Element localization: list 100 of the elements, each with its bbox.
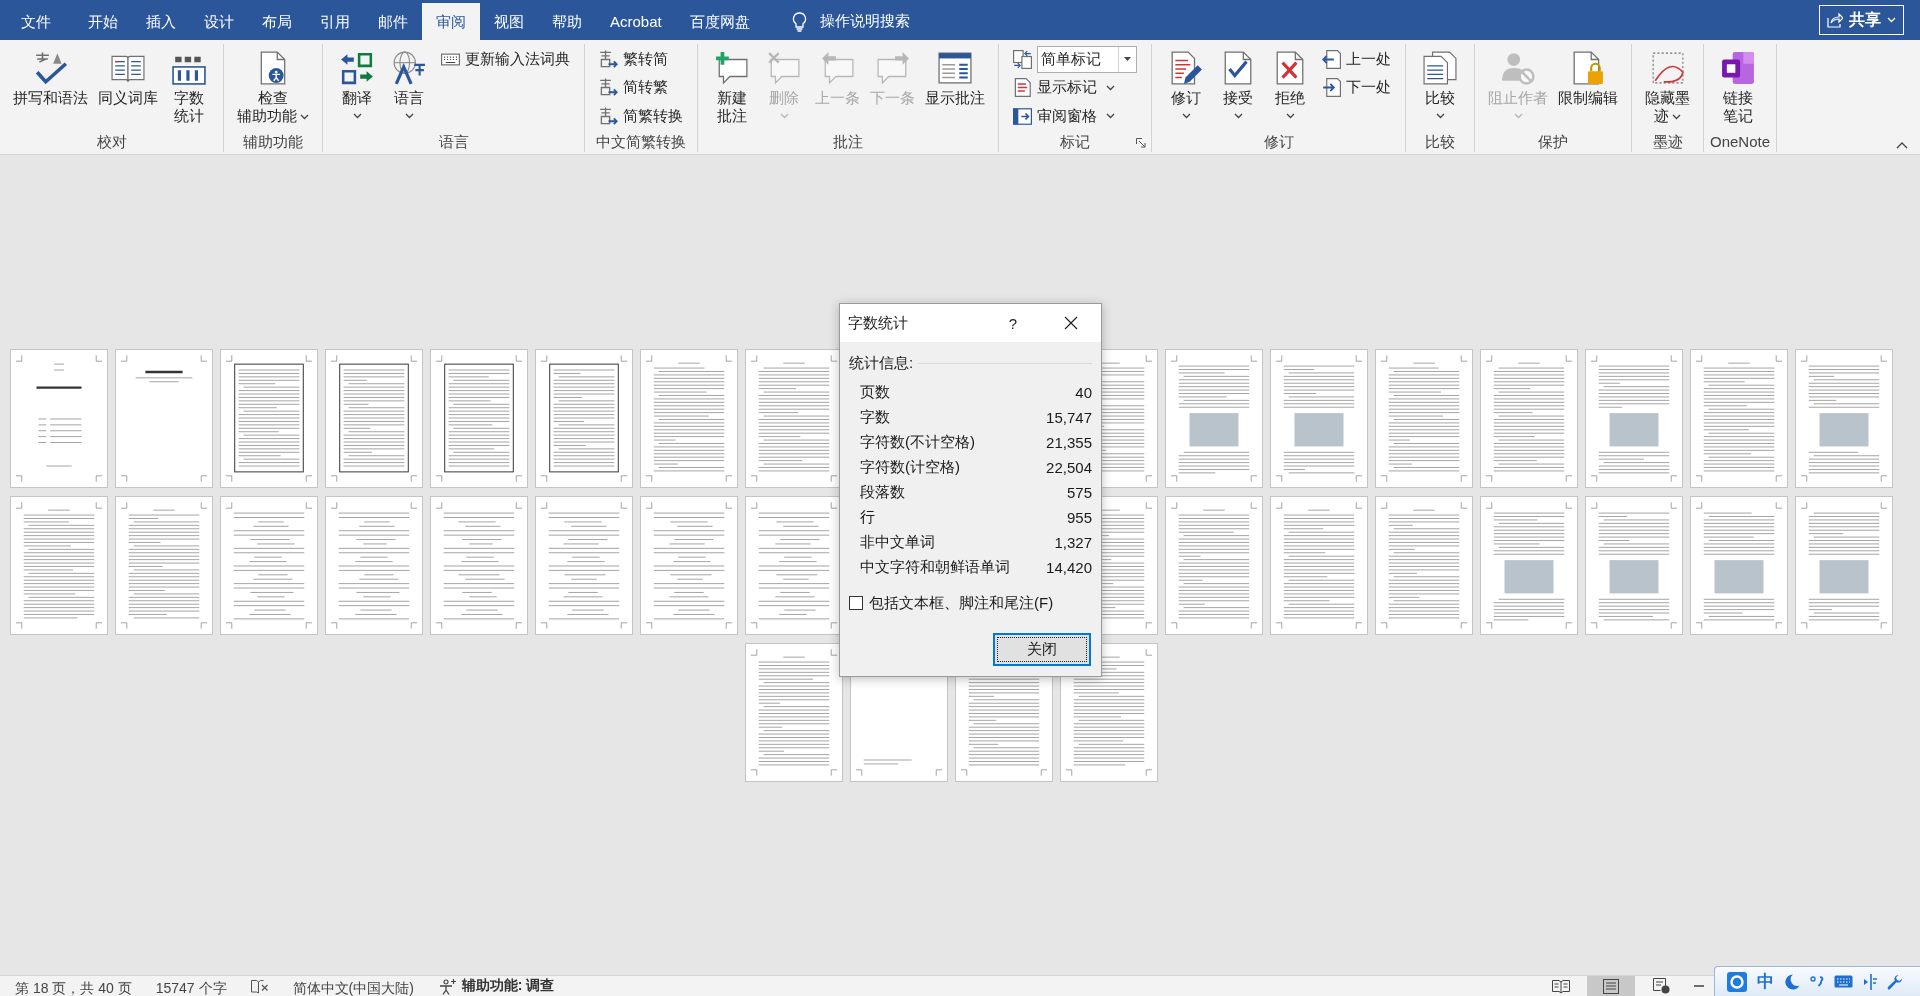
ribbon-button[interactable]: 检查 辅助功能	[234, 44, 312, 125]
ribbon-tab[interactable]: 设计	[190, 3, 248, 40]
ribbon-button[interactable]: 新建 批注	[708, 44, 756, 125]
dropdown-arrow-icon	[1124, 57, 1131, 62]
ribbon-tab[interactable]: 审阅	[422, 3, 480, 40]
check-mark-icon	[33, 51, 68, 85]
markup-dropdown[interactable]: 简单标记	[1037, 45, 1137, 73]
ribbon-button[interactable]: 显示批注	[922, 44, 988, 107]
open-book-icon	[1552, 978, 1570, 994]
group-label: 校对	[96, 133, 127, 150]
ribbon-tab[interactable]: 插入	[132, 3, 190, 40]
ribbon-tab[interactable]: 视图	[480, 3, 538, 40]
input-mode-toggle[interactable]: 中	[1757, 971, 1774, 992]
help-button[interactable]: ?	[990, 308, 1036, 338]
keyboard-icon[interactable]	[1834, 975, 1853, 988]
page-lines-icon	[1603, 978, 1619, 994]
documents-icon	[1423, 51, 1457, 85]
ribbon-button[interactable]: 隐藏墨 迹	[1642, 44, 1693, 125]
ribbon-button[interactable]: 限制编辑	[1555, 44, 1621, 107]
glyph-arrow-icon	[599, 49, 618, 69]
page-counter[interactable]: 第 18 页，共 40 页	[15, 976, 132, 996]
stat-value: 22,504	[1046, 459, 1092, 476]
stat-value: 40	[1075, 384, 1092, 401]
group-label: 批注	[833, 133, 863, 150]
dialog-button[interactable]: 关闭	[993, 633, 1091, 666]
ribbon-button[interactable]: 修订	[1162, 44, 1210, 125]
ribbon-button[interactable]: 同义词库	[95, 44, 161, 107]
ribbon-button[interactable]: 简转繁	[595, 73, 687, 102]
person-plus-icon	[438, 977, 458, 995]
stat-label: 页数	[860, 383, 890, 402]
ribbon-tab[interactable]: 引用	[306, 3, 364, 40]
ribbon-button[interactable]: 语言	[385, 44, 433, 125]
share-button[interactable]: 共享	[1819, 5, 1904, 35]
glyph-arrow-icon	[599, 78, 618, 98]
speech-bubble-plus-icon	[715, 51, 749, 85]
group-label: 辅助功能	[243, 133, 303, 150]
word-counter[interactable]: 15747 个字	[155, 976, 227, 996]
stat-value: 21,355	[1046, 434, 1092, 451]
split-cursor-icon[interactable]	[1863, 973, 1877, 990]
globe-icon	[392, 51, 426, 85]
dialog-title: 字数统计	[848, 313, 909, 333]
dialog-launcher-icon[interactable]	[1136, 138, 1146, 148]
checkbox[interactable]	[849, 596, 863, 610]
moon-icon[interactable]	[1784, 973, 1800, 990]
group-label: 修订	[1263, 133, 1294, 150]
stat-label: 行	[860, 508, 875, 527]
person-blocked-icon	[1501, 51, 1535, 85]
figure-drawing	[1714, 559, 1764, 593]
ribbon-tab[interactable]: Acrobat	[596, 3, 676, 40]
ribbon-tab[interactable]: 文件	[7, 3, 65, 40]
accessibility-status[interactable]: 辅助功能: 调查	[438, 977, 555, 995]
close-icon	[1064, 316, 1078, 330]
tell-me-search[interactable]: 操作说明搜索	[787, 3, 914, 40]
ribbon-tab[interactable]: 开始	[74, 3, 132, 40]
stat-value: 15,747	[1046, 409, 1092, 426]
tiles-icon	[1721, 51, 1755, 85]
ribbon-button[interactable]: 简繁转换	[595, 102, 687, 131]
ribbon-tab[interactable]: 邮件	[364, 3, 422, 40]
book-cross-icon[interactable]	[250, 978, 269, 994]
ribbon-button[interactable]: 显示标记	[1009, 73, 1141, 102]
ribbon-button[interactable]: 审阅窗格	[1009, 102, 1141, 131]
glyph-arrow-icon	[599, 106, 618, 126]
swap-arrows-icon	[340, 51, 374, 85]
ribbon-button[interactable]: 接受	[1214, 44, 1262, 125]
ribbon-button[interactable]: 繁转简	[595, 45, 687, 74]
ribbon-button[interactable]: 翻译	[333, 44, 381, 125]
pencil-document-icon	[1169, 51, 1203, 85]
ribbon-button[interactable]: 比较	[1416, 44, 1464, 125]
ribbon-tab[interactable]: 帮助	[538, 3, 596, 40]
share-icon	[1827, 12, 1843, 28]
ring-logo-icon[interactable]	[1727, 971, 1747, 992]
ribbon-tab[interactable]: 布局	[248, 3, 306, 40]
group-label: 语言	[438, 133, 469, 150]
wrench-icon[interactable]	[1887, 973, 1903, 990]
pages-arrows-icon	[1013, 49, 1032, 69]
ribbon-button[interactable]: 链接 笔记	[1714, 44, 1762, 125]
stat-label: 字数	[860, 408, 890, 427]
left-arrow-page-icon	[1322, 49, 1341, 69]
stat-label: 字符数(不计空格)	[860, 433, 975, 452]
ribbon-button[interactable]: 拼写和语法	[10, 44, 91, 107]
figure-drawing	[1819, 412, 1869, 446]
collapse-ribbon-icon[interactable]	[1896, 142, 1908, 149]
ribbon-button[interactable]: 字数 统计	[165, 44, 213, 125]
group-label: OneNote	[1710, 133, 1771, 150]
speech-bubble-right-arrow-icon	[875, 51, 910, 85]
checkbox-label[interactable]: 包括文本框、脚注和尾注(F)	[869, 593, 1054, 613]
ribbon-button[interactable]: 下一处	[1318, 73, 1395, 102]
stat-label: 中文字符和朝鲜语单词	[860, 558, 1010, 577]
ribbon-button[interactable]: 拒绝	[1266, 44, 1314, 125]
stat-value: 14,420	[1046, 559, 1092, 576]
lock-document-icon	[1571, 51, 1605, 85]
language-status[interactable]: 简体中文(中国大陆)	[292, 976, 414, 996]
window-lines-icon	[938, 51, 972, 85]
ribbon-button[interactable]: 更新输入法词典	[437, 45, 574, 74]
punctuation-icon[interactable]	[1810, 975, 1824, 988]
group-label: 中文简繁转换	[596, 133, 686, 150]
ribbon-button[interactable]: 上一处	[1318, 45, 1395, 74]
ribbon-tab[interactable]: 百度网盘	[675, 3, 764, 40]
dashed-box-curve-icon	[1650, 51, 1685, 85]
view-button[interactable]	[1587, 976, 1635, 996]
